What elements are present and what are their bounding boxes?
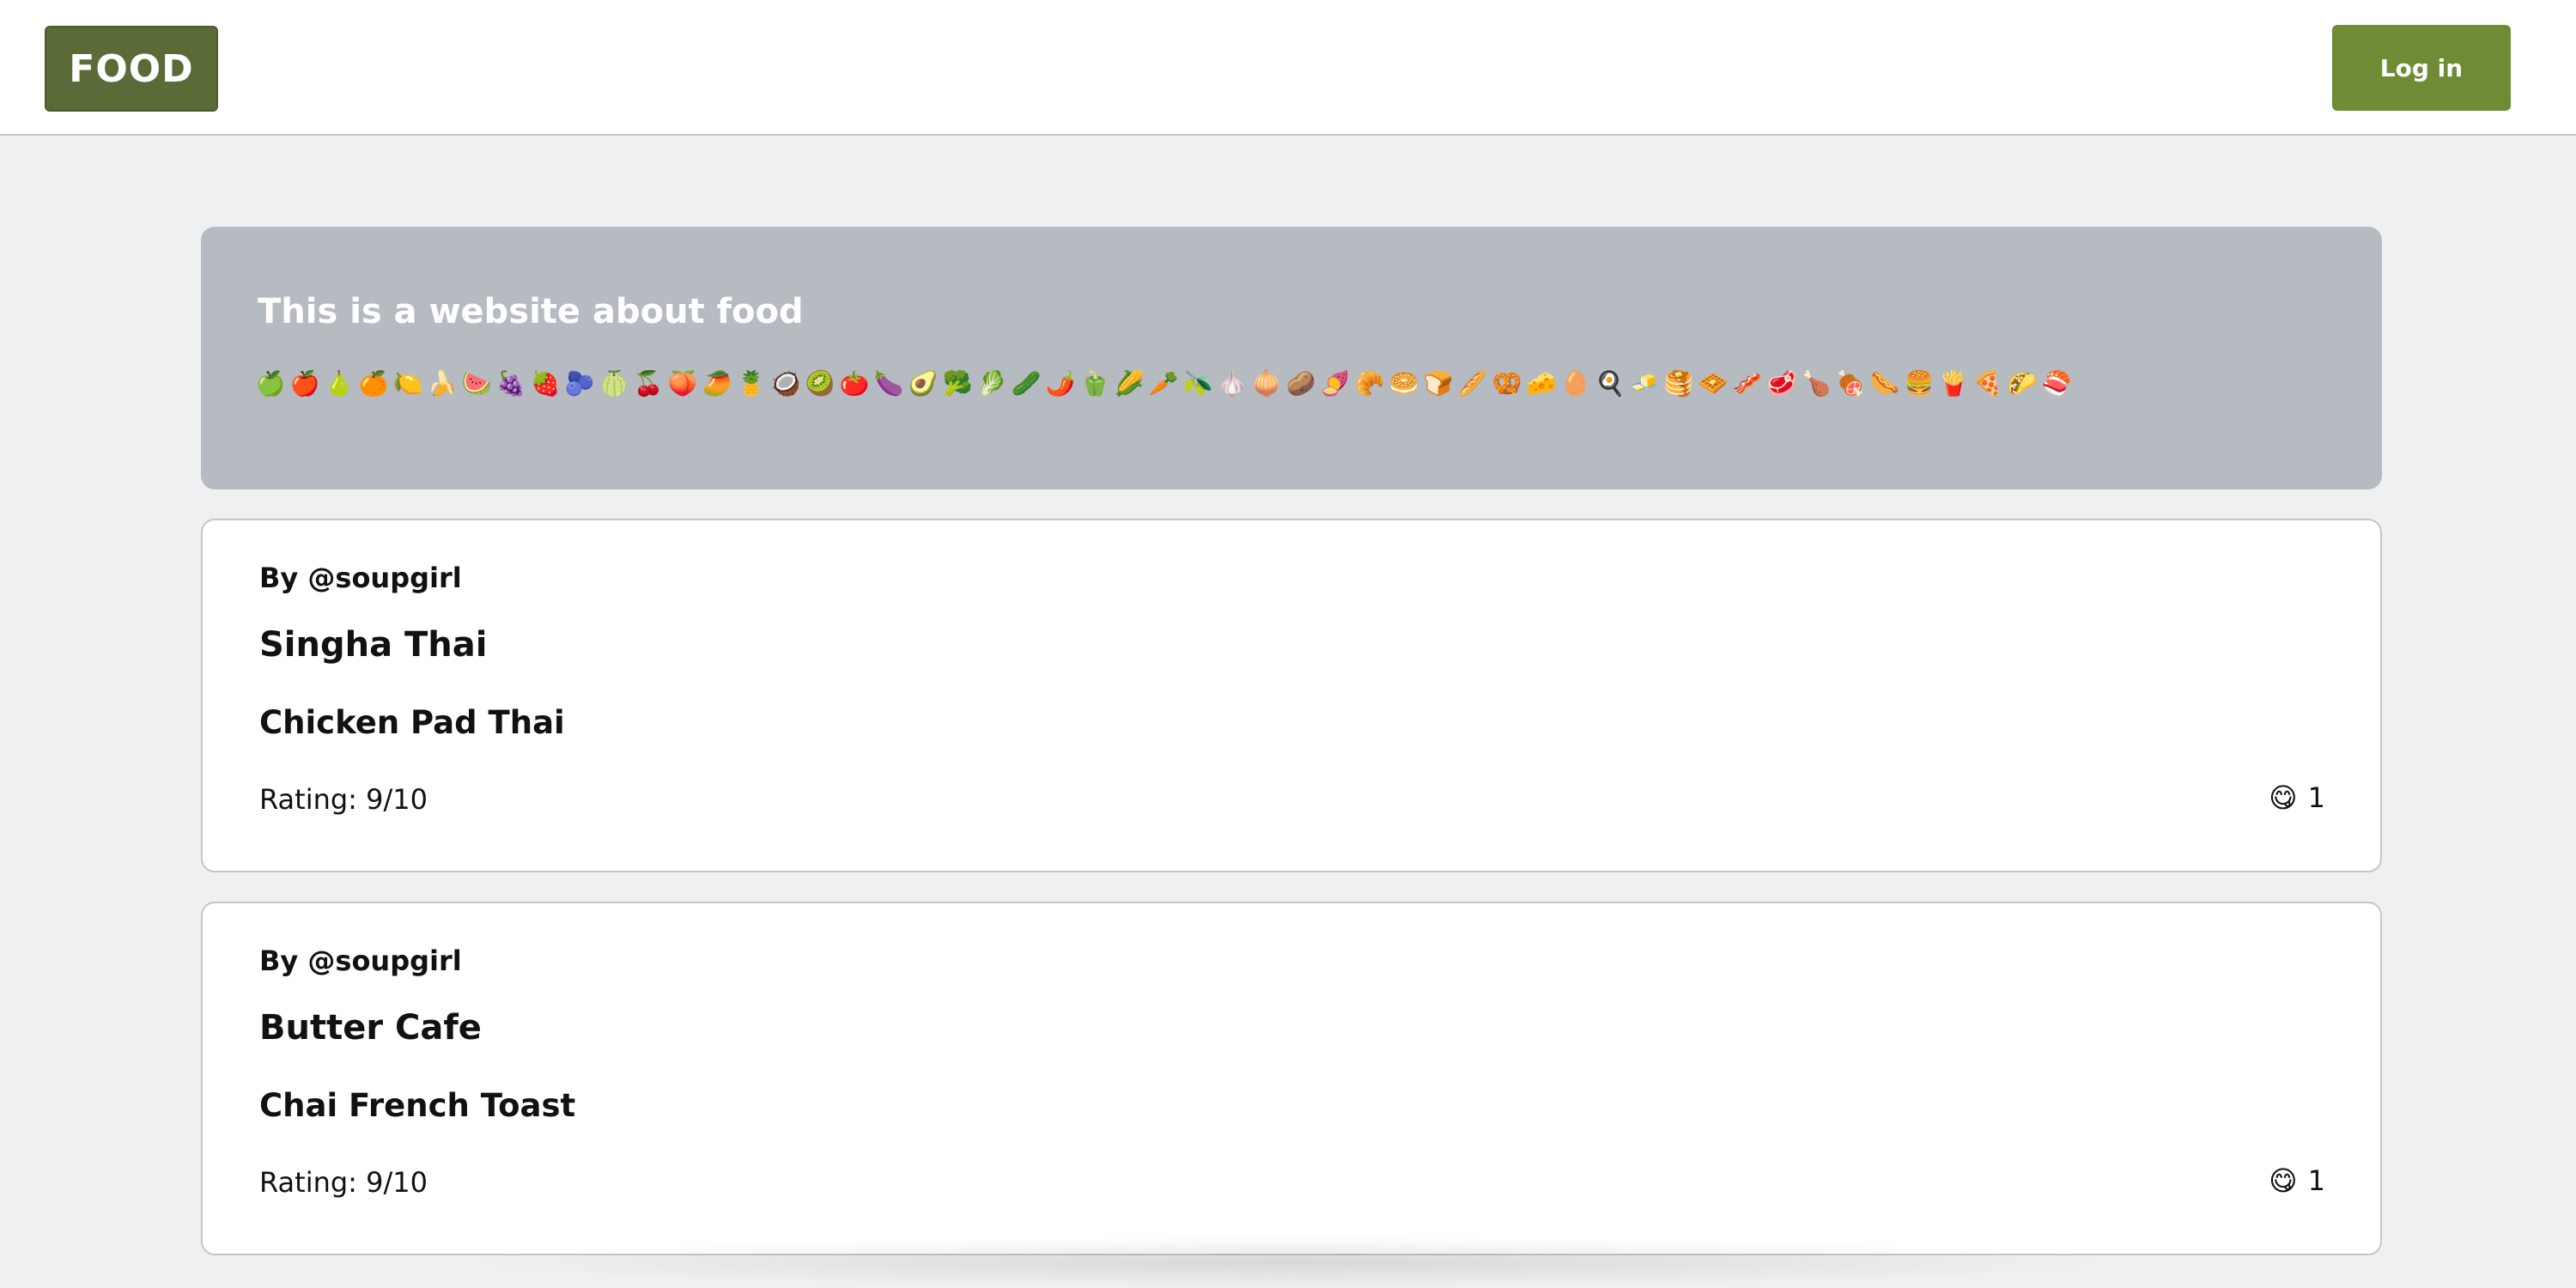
food-emoji-icon: 🍇	[495, 369, 526, 398]
yum-emoji-icon: 😋	[2269, 781, 2298, 814]
food-emoji-icon: 🍏	[255, 369, 286, 398]
reaction-count: 1	[2307, 781, 2325, 814]
food-emoji-icon: 🥕	[1148, 369, 1179, 398]
food-emoji-icon: 🍆	[873, 369, 904, 398]
food-emoji-icon: 🥖	[1457, 369, 1488, 398]
food-emoji-icon: 🥔	[1285, 369, 1316, 398]
food-emoji-icon: 🌮	[2007, 369, 2038, 398]
food-emoji-icon: 🌶️	[1045, 369, 1076, 398]
food-emoji-icon: 🍟	[1938, 369, 1969, 398]
login-button[interactable]: Log in	[2332, 25, 2511, 111]
food-emoji-icon: 🍣	[2041, 369, 2072, 398]
food-emoji-icon: 🍎	[289, 369, 320, 398]
food-emoji-icon: 🌭	[1869, 369, 1900, 398]
post-dish: Chai French Toast	[259, 1087, 576, 1124]
post-dish: Chicken Pad Thai	[259, 704, 565, 741]
food-emoji-icon: 🍐	[324, 369, 355, 398]
food-emoji-icon: 🫑	[1079, 369, 1110, 398]
yum-emoji-icon: 😋	[2269, 1164, 2298, 1197]
food-emoji-icon: 🍖	[1835, 369, 1866, 398]
post-author[interactable]: By @soupgirl	[259, 945, 462, 977]
food-emoji-icon: 🥯	[1388, 369, 1419, 398]
post-restaurant: Singha Thai	[259, 625, 488, 665]
site-logo[interactable]: FOOD	[45, 26, 218, 112]
food-emoji-icon: 🍔	[1904, 369, 1935, 398]
food-emoji-icon: 🧈	[1629, 369, 1660, 398]
food-emoji-icon: 🧅	[1251, 369, 1282, 398]
food-emoji-icon: 🍍	[736, 369, 767, 398]
navbar: FOOD Log in	[0, 0, 2576, 136]
food-emoji-icon: 🍓	[530, 369, 561, 398]
food-emoji-icon: 🧇	[1698, 369, 1728, 398]
post-rating: Rating: 9/10	[259, 783, 428, 816]
food-emoji-row: 🍏 🍎 🍐 🍊 🍋 🍌 🍉 🍇 🍓 🫐 🍈 🍒 🍑 🥭 🍍 🥥 🥝 🍅 🍆 🥑 🥦 🥬 🥒 🌶️ 🫑 🌽 🥕 🫒 🧄 🧅 🥔 🍠 🥐 🥯 🍞 🥖 🥨 🧀 🥚…	[255, 369, 2072, 398]
food-emoji-icon: 🥨	[1492, 369, 1522, 398]
post-rating: Rating: 9/10	[259, 1166, 428, 1199]
food-emoji-icon: 🥚	[1560, 369, 1591, 398]
food-emoji-icon: 🍒	[633, 369, 664, 398]
food-emoji-icon: 🍊	[358, 369, 389, 398]
food-emoji-icon: 🌽	[1114, 369, 1145, 398]
food-emoji-icon: 🍠	[1320, 369, 1351, 398]
food-emoji-icon: 🍅	[839, 369, 870, 398]
food-emoji-icon: 🥑	[908, 369, 939, 398]
food-emoji-icon: 🍳	[1595, 369, 1625, 398]
food-emoji-icon: 🥞	[1663, 369, 1694, 398]
hero-banner: This is a website about food 🍏 🍎 🍐 🍊 🍋 🍌 🍉 🍇 🍓 🫐 🍈…	[201, 227, 2382, 489]
food-emoji-icon: 🥬	[976, 369, 1007, 398]
food-emoji-icon: 🥒	[1011, 369, 1042, 398]
food-emoji-icon: 🥭	[702, 369, 732, 398]
food-emoji-icon: 🥩	[1766, 369, 1797, 398]
post-author[interactable]: By @soupgirl	[259, 562, 462, 594]
food-emoji-icon: 🥦	[942, 369, 973, 398]
food-emoji-icon: 🍈	[598, 369, 629, 398]
food-emoji-icon: 🍗	[1801, 369, 1832, 398]
food-emoji-icon: 🍌	[427, 369, 458, 398]
food-emoji-icon: 🍕	[1972, 369, 2003, 398]
food-emoji-icon: 🍑	[667, 369, 698, 398]
food-emoji-icon: 🍞	[1423, 369, 1454, 398]
food-emoji-icon: 🥐	[1354, 369, 1385, 398]
post-card: By @soupgirl Singha Thai Chicken Pad Tha…	[201, 519, 2382, 872]
food-emoji-icon: 🧄	[1217, 369, 1248, 398]
reaction-button[interactable]: 😋 1	[2269, 781, 2325, 814]
food-emoji-icon: 🍋	[392, 369, 423, 398]
food-emoji-icon: 🧀	[1526, 369, 1557, 398]
food-emoji-icon: 🥓	[1732, 369, 1763, 398]
food-emoji-icon: 🫒	[1182, 369, 1213, 398]
food-emoji-icon: 🥝	[805, 369, 835, 398]
food-emoji-icon: 🥥	[770, 369, 801, 398]
post-restaurant: Butter Cafe	[259, 1008, 482, 1048]
hero-title: This is a website about food	[258, 292, 804, 331]
reaction-button[interactable]: 😋 1	[2269, 1164, 2325, 1197]
food-emoji-icon: 🍉	[461, 369, 492, 398]
food-emoji-icon: 🫐	[564, 369, 595, 398]
reaction-count: 1	[2307, 1164, 2325, 1197]
post-card: By @soupgirl Butter Cafe Chai French Toa…	[201, 902, 2382, 1255]
